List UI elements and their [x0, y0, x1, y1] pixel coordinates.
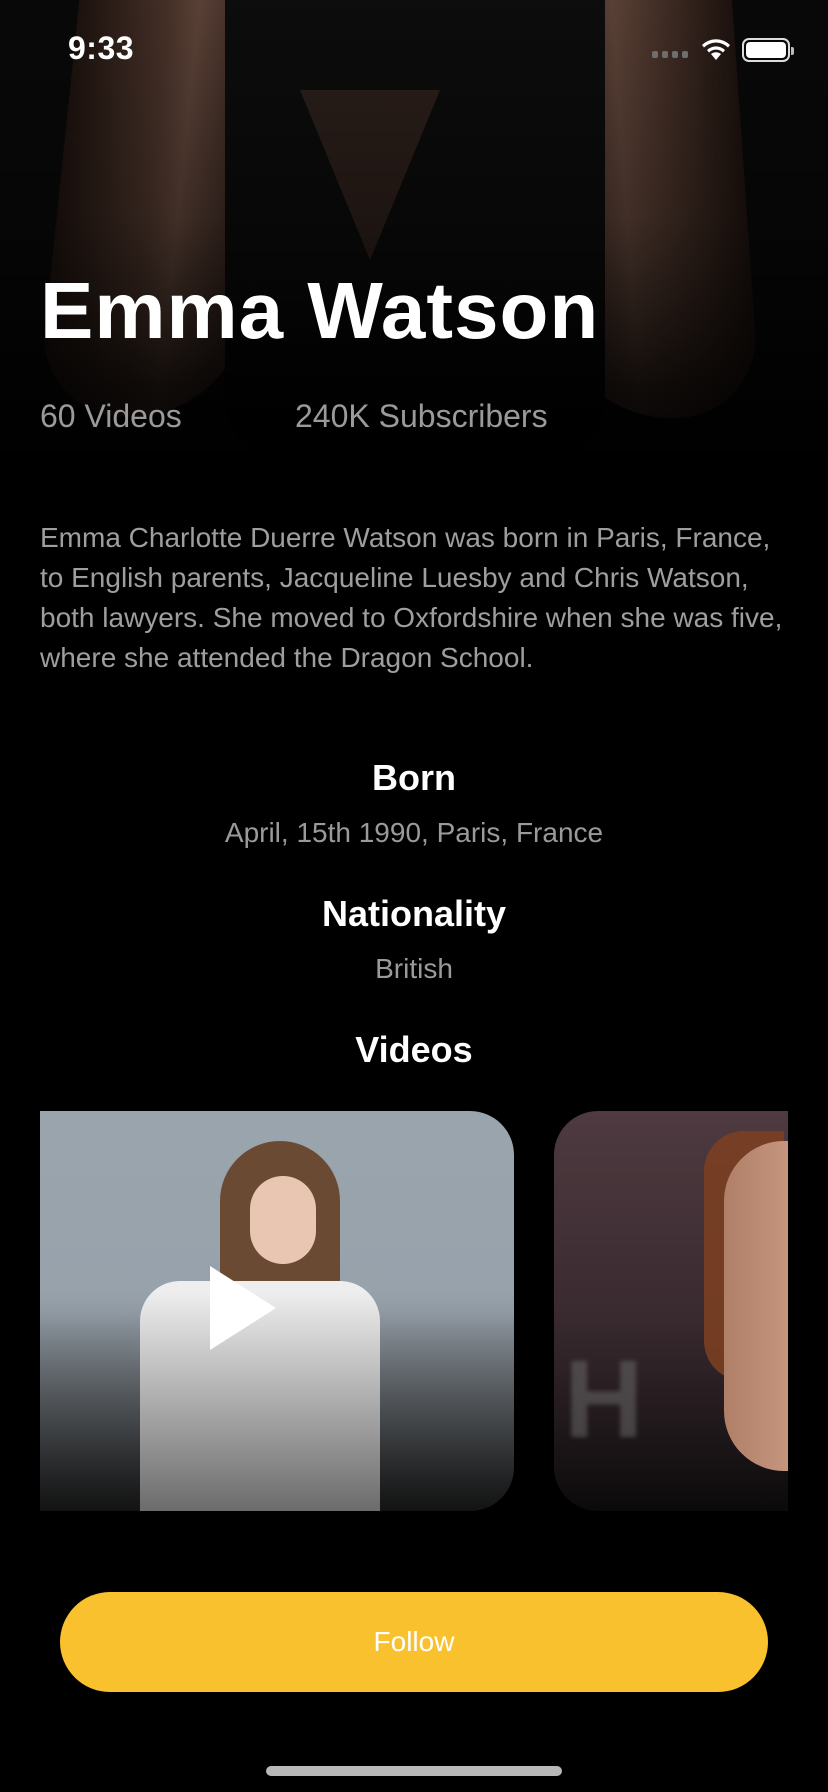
- profile-name: Emma Watson: [40, 266, 600, 355]
- status-time: 9:33: [68, 30, 135, 66]
- play-icon[interactable]: [210, 1266, 276, 1350]
- video-thumbnail: [724, 1141, 788, 1471]
- wifi-icon: [702, 39, 730, 60]
- video-card[interactable]: H: [554, 1111, 788, 1511]
- battery-icon: [742, 38, 794, 62]
- born-heading: Born: [372, 757, 456, 798]
- subscribers-count: 240K Subscribers: [295, 398, 548, 434]
- profile-bio: Emma Charlotte Duerre Watson was born in…: [40, 522, 783, 673]
- video-card[interactable]: [40, 1111, 514, 1511]
- profile-stats: 60 Videos 240K Subscribers: [40, 398, 548, 435]
- videos-heading: Videos: [355, 1029, 473, 1070]
- nationality-heading: Nationality: [321, 893, 507, 934]
- status-bar: 9:33: [0, 0, 828, 100]
- follow-button[interactable]: Follow: [60, 1592, 768, 1692]
- videos-count: 60 Videos: [40, 398, 182, 434]
- signal-icon: [652, 51, 688, 58]
- home-indicator[interactable]: [266, 1766, 562, 1776]
- nationality-value: British: [375, 953, 453, 984]
- videos-carousel[interactable]: H: [40, 1111, 788, 1511]
- born-value: April, 15th 1990, Paris, France: [224, 817, 604, 848]
